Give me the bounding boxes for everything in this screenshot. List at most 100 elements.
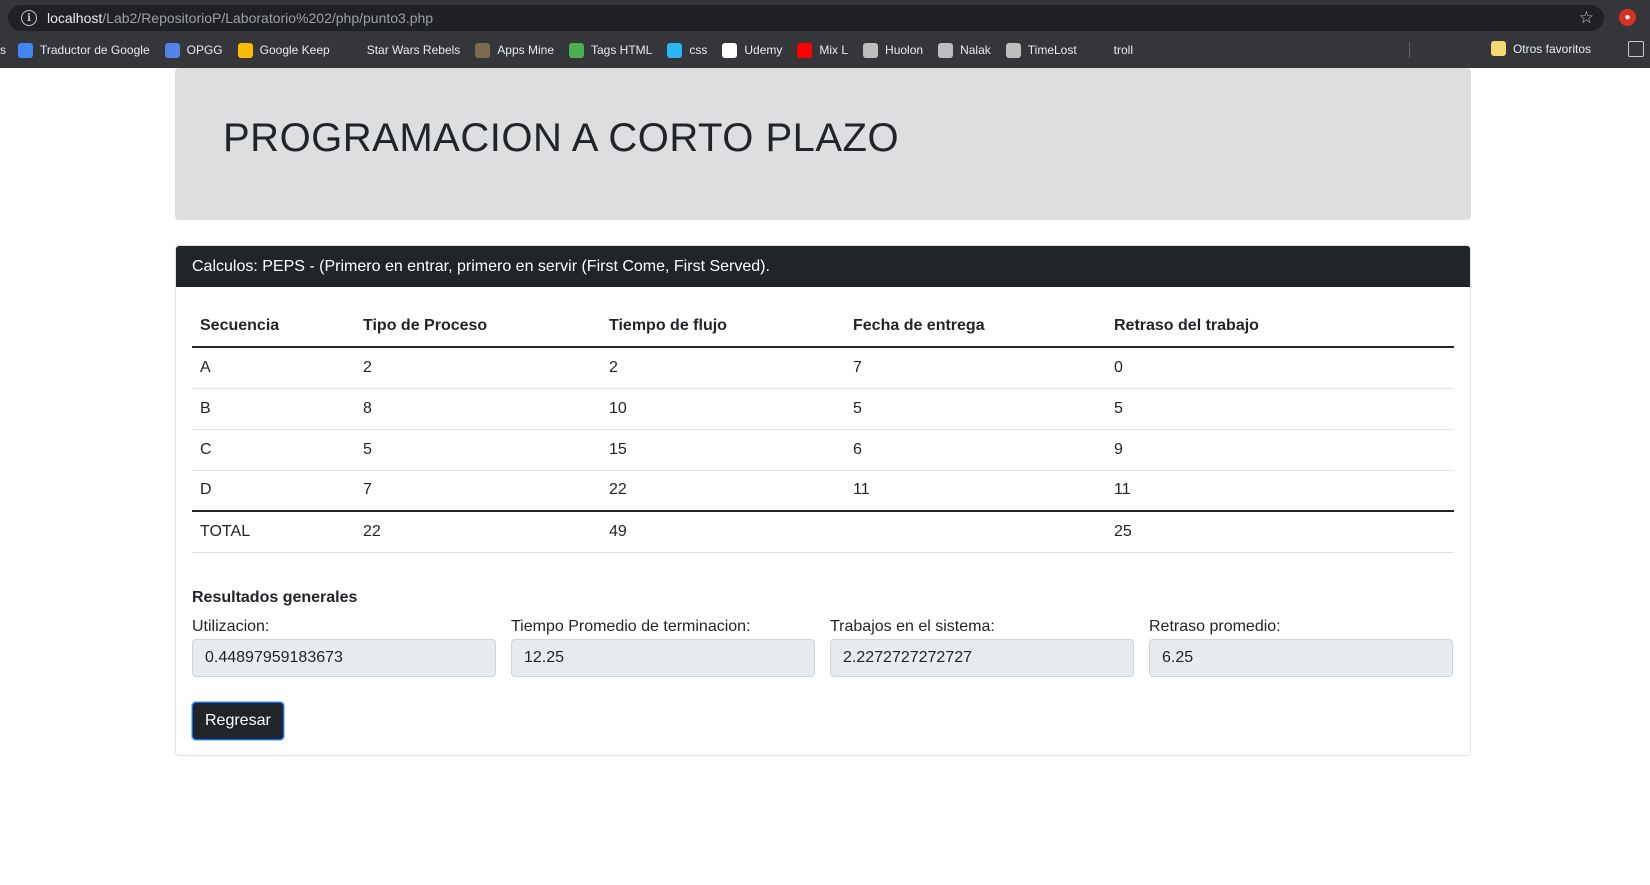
bookmark-item[interactable]: Mix L [797,42,849,58]
bookmark-label: OPGG [186,43,223,57]
udemy-icon [722,42,738,58]
apps-icon [475,42,491,58]
extension-icon[interactable]: ● [1619,9,1636,26]
retraso-promedio-field: Retraso promedio: 6.25 [1149,618,1453,677]
trabajos-sistema-field: Trabajos en el sistema: 2.2272727272727 [830,618,1134,677]
bookmarks-separator [1409,42,1410,58]
address-bar[interactable]: i localhost/Lab2/RepositorioP/Laboratori… [8,5,1604,31]
cell: 5 [845,388,1106,430]
cell: 5 [1106,388,1454,430]
tiempo-promedio-input[interactable]: 12.25 [511,639,815,677]
cell: 22 [601,470,845,512]
cell: 0 [1106,347,1454,389]
bookmark-item[interactable]: Udemy [722,42,783,58]
bookmark-item[interactable]: Huolon [863,42,923,58]
bookmark-item[interactable]: Traductor de Google [18,42,150,58]
total-cell: 49 [601,511,845,553]
page-header-jumbotron: PROGRAMACION A CORTO PLAZO [175,68,1471,220]
total-cell: 22 [355,511,601,553]
cell: C [192,429,355,471]
bookmark-label: Udemy [744,43,783,57]
col-tipo-proceso: Tipo de Proceso [355,306,601,348]
bookmark-label: Mix L [819,43,849,57]
cell: 9 [1106,429,1454,471]
utilizacion-input[interactable]: 0.44897959183673 [192,639,496,677]
cell: 5 [355,429,601,471]
tags-icon [569,42,584,58]
utilizacion-field: Utilizacion: 0.44897959183673 [192,618,496,677]
total-cell [845,511,1106,553]
cell: 7 [845,347,1106,389]
total-cell: 25 [1106,511,1454,553]
field-label: Trabajos en el sistema: [830,618,995,635]
table-row: B 8 10 5 5 [192,388,1454,430]
keep-icon [237,42,253,58]
bookmark-item[interactable]: Apps Mine [475,42,554,58]
cat-icon [938,42,954,58]
bookmark-label: css [689,43,708,57]
cell: 10 [601,388,845,430]
col-secuencia: Secuencia [192,306,355,348]
google-translate-icon [18,42,33,58]
bookmark-label: Traductor de Google [40,43,150,57]
other-bookmarks-folder[interactable]: Otros favoritos [1490,41,1591,56]
reading-list-icon[interactable] [1628,41,1644,57]
cell: 7 [355,470,601,512]
bookmark-item[interactable]: Nalak [938,42,991,58]
bookmark-label: Google Keep [259,43,330,57]
cell: 2 [601,347,845,389]
site-info-icon[interactable]: i [21,10,37,26]
field-label: Retraso promedio: [1149,618,1281,635]
cell: D [192,470,355,512]
bookmark-item[interactable]: TimeLost [1005,42,1077,58]
cat-icon [1005,42,1021,58]
rebels-icon [344,42,360,58]
bookmark-item[interactable]: css [667,42,708,58]
cell: 2 [355,347,601,389]
cell: 6 [845,429,1106,471]
cell: B [192,388,355,430]
table-row: C 5 15 6 9 [192,429,1454,471]
bookmark-label: Tags HTML [591,43,653,57]
total-label: TOTAL [192,511,355,553]
bookmark-label: Star Wars Rebels [366,43,461,57]
cell: A [192,347,355,389]
cell: 8 [355,388,601,430]
bbc-icon [1091,42,1107,58]
bookmark-item[interactable]: Star Wars Rebels [344,42,461,58]
regresar-button[interactable]: Regresar [192,702,284,740]
folder-icon [1490,41,1506,56]
youtube-icon [797,42,813,58]
bookmark-label: Nalak [960,43,991,57]
bookmark-truncated[interactable]: s [0,43,6,57]
schedule-table: Secuencia Tipo de Proceso Tiempo de fluj… [192,306,1454,553]
retraso-promedio-input[interactable]: 6.25 [1149,639,1453,677]
bookmark-item[interactable]: OPGG [164,42,223,58]
cat-icon [863,42,879,58]
cell: 15 [601,429,845,471]
opgg-icon [164,42,180,58]
bookmark-item[interactable]: Google Keep [237,42,330,58]
page-title: PROGRAMACION A CORTO PLAZO [223,116,900,160]
table-row: A 2 2 7 0 [192,347,1454,389]
table-header-row: Secuencia Tipo de Proceso Tiempo de fluj… [192,306,1454,348]
bookmark-item[interactable]: troll [1091,42,1134,58]
bookmark-label: troll [1113,43,1134,57]
col-fecha-entrega: Fecha de entrega [845,306,1106,348]
bookmark-label: TimeLost [1027,43,1077,57]
results-card: Calculos: PEPS - (Primero en entrar, pri… [175,245,1471,756]
bookmarks-bar: s Traductor de Google OPGG Google Keep Star… [0,38,1650,62]
col-tiempo-flujo: Tiempo de flujo [601,306,845,348]
cell: 11 [1106,470,1454,512]
url-text[interactable]: localhost/Lab2/RepositorioP/Laboratorio%… [47,10,433,26]
css-icon [667,42,683,58]
trabajos-sistema-input[interactable]: 2.2272727272727 [830,639,1134,677]
tiempo-promedio-field: Tiempo Promedio de terminacion: 12.25 [511,618,815,677]
table-total-row: TOTAL 22 49 25 [192,511,1454,553]
browser-chrome: i localhost/Lab2/RepositorioP/Laboratori… [0,0,1650,68]
bookmark-item[interactable]: Tags HTML [569,42,653,58]
bookmark-star-icon[interactable]: ☆ [1579,8,1594,28]
bookmark-label: Apps Mine [497,43,554,57]
table-row: D 7 22 11 11 [192,470,1454,512]
results-title: Resultados generales [192,589,358,606]
